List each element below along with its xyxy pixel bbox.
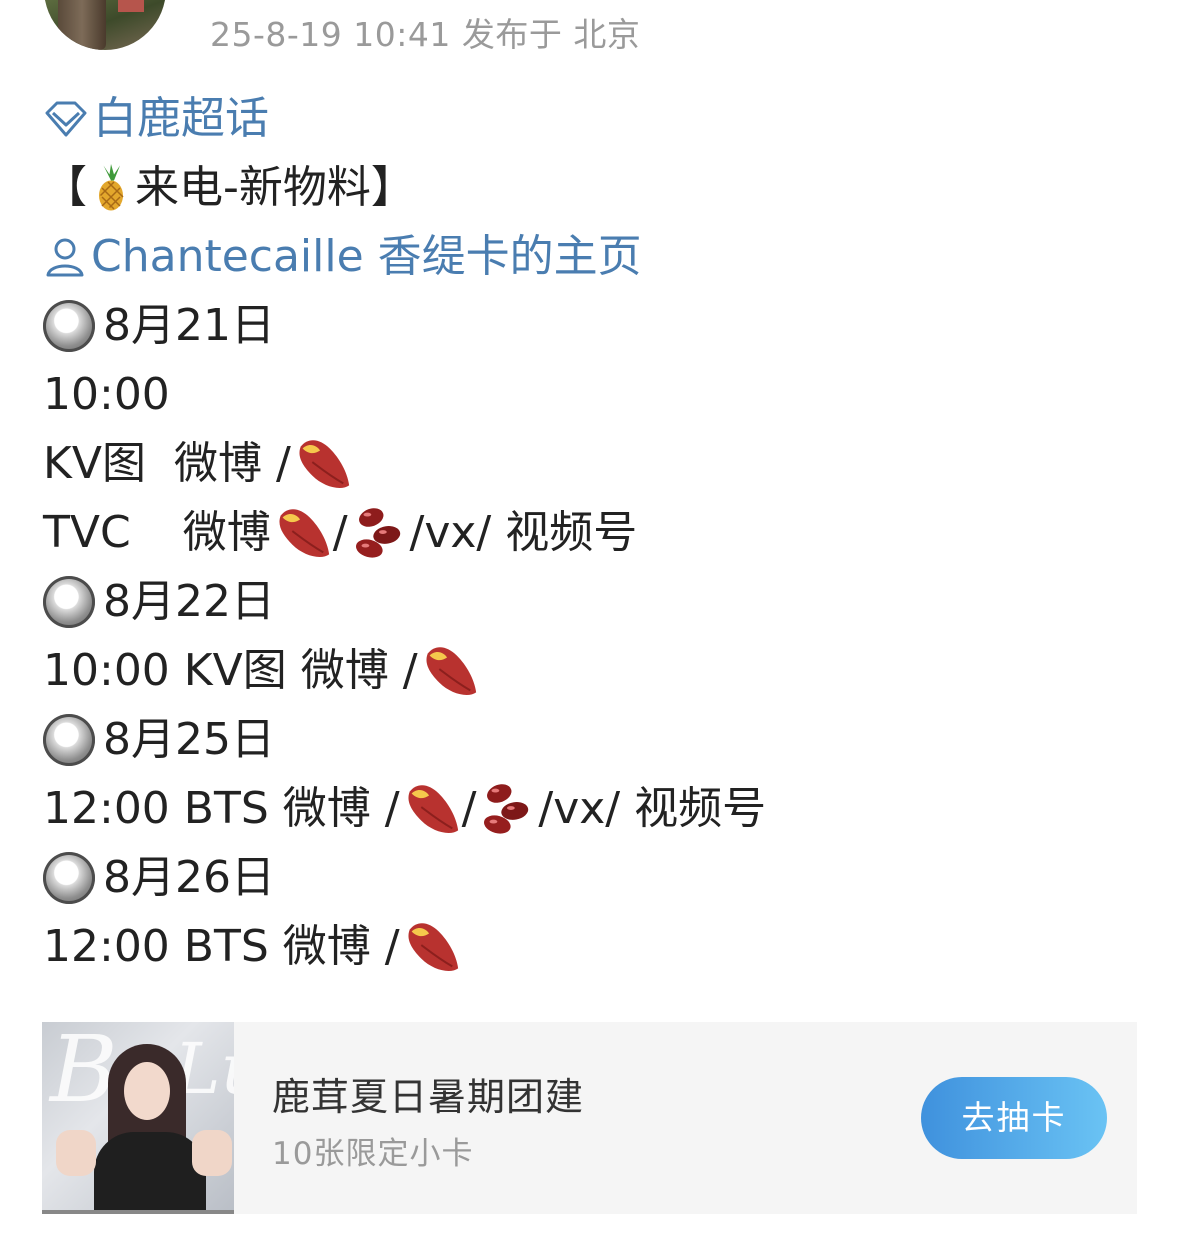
portrait-body [94,1132,206,1214]
radio-button-emoji [43,851,95,904]
kv-text: 10:00 KV图 微博 / [43,645,418,696]
date-text: 8月25日 [103,714,275,765]
date-line-1: 8月21日 [43,291,1143,360]
kv-line-1: KV图 微博 / [43,429,1143,498]
thumbnail-bar [42,1210,234,1214]
kv-channels: 微博 / [173,438,291,489]
portrait-hand-right [192,1130,232,1176]
radio-button-emoji [43,575,95,628]
sweet-potato-emoji [291,433,353,495]
avatar-tree [58,0,106,50]
bts-text: 12:00 BTS 微博 / [43,783,400,834]
kv-line-2: 10:00 KV图 微博 / [43,636,1143,705]
beans-emoji [476,778,538,840]
sweet-potato-emoji [418,640,480,702]
beans-emoji [348,502,410,564]
card-title: 鹿茸夏日暑期团建 [272,1075,585,1119]
topic-line[interactable]: 白鹿超话 [43,84,1143,153]
bts-text: 12:00 BTS 微博 / [43,921,400,972]
headline-open: 【 [43,162,87,213]
diamond-icon [45,101,87,136]
topic-link[interactable]: 白鹿超话 [93,84,269,153]
headline-line: 【 来电-新物料】 [43,153,1143,222]
bts-slash: / [461,783,477,834]
date-text: 8月22日 [103,576,275,627]
bts-line-1: 12:00 BTS 微博 / / /vx/ 视频号 [43,774,1143,843]
time-text: 10:00 [43,369,170,420]
avatar-sign [118,0,144,12]
radio-button-emoji [43,713,95,766]
kv-label: KV图 [43,438,146,489]
pineapple-emoji [87,160,135,216]
tvc-label: TVC [43,507,131,558]
radio-button-emoji [43,299,95,352]
time-line-1: 10:00 [43,360,1143,429]
post-meta: 25-8-19 10:41 发布于 北京 [210,15,641,54]
bts-channels: /vx/ 视频号 [538,783,767,834]
portrait-hand-left [56,1130,96,1176]
headline-text: 来电-新物料】 [135,162,415,213]
sweet-potato-emoji [271,502,333,564]
tvc-slash: / [332,507,348,558]
promo-card[interactable]: B Lu 鹿茸夏日暑期团建 10张限定小卡 去抽卡 [42,1022,1137,1214]
profile-link[interactable]: Chantecaille 香缇卡的主页 [91,222,642,291]
card-subtitle: 10张限定小卡 [272,1136,474,1172]
avatar[interactable] [44,0,166,50]
date-line-3: 8月25日 [43,705,1143,774]
profile-line[interactable]: Chantecaille 香缇卡的主页 [43,222,1143,291]
post-content: 白鹿超话 【 来电-新物料】 Chantecaille 香缇卡的主页 8月21日… [43,84,1143,981]
tvc-channels: /vx/ 视频号 [409,507,638,558]
date-text: 8月26日 [103,852,275,903]
sweet-potato-emoji [400,778,462,840]
user-icon [46,238,84,276]
date-line-4: 8月26日 [43,843,1143,912]
card-thumbnail: B Lu [42,1022,234,1214]
date-line-2: 8月22日 [43,567,1143,636]
tvc-weibo: 微博 [182,507,271,558]
sweet-potato-emoji [400,916,462,978]
tvc-line: TVC 微博 / /vx/ 视频号 [43,498,1143,567]
bts-line-2: 12:00 BTS 微博 / [43,912,1143,981]
draw-card-button[interactable]: 去抽卡 [921,1077,1107,1159]
portrait-face [124,1062,170,1120]
date-text: 8月21日 [103,300,275,351]
